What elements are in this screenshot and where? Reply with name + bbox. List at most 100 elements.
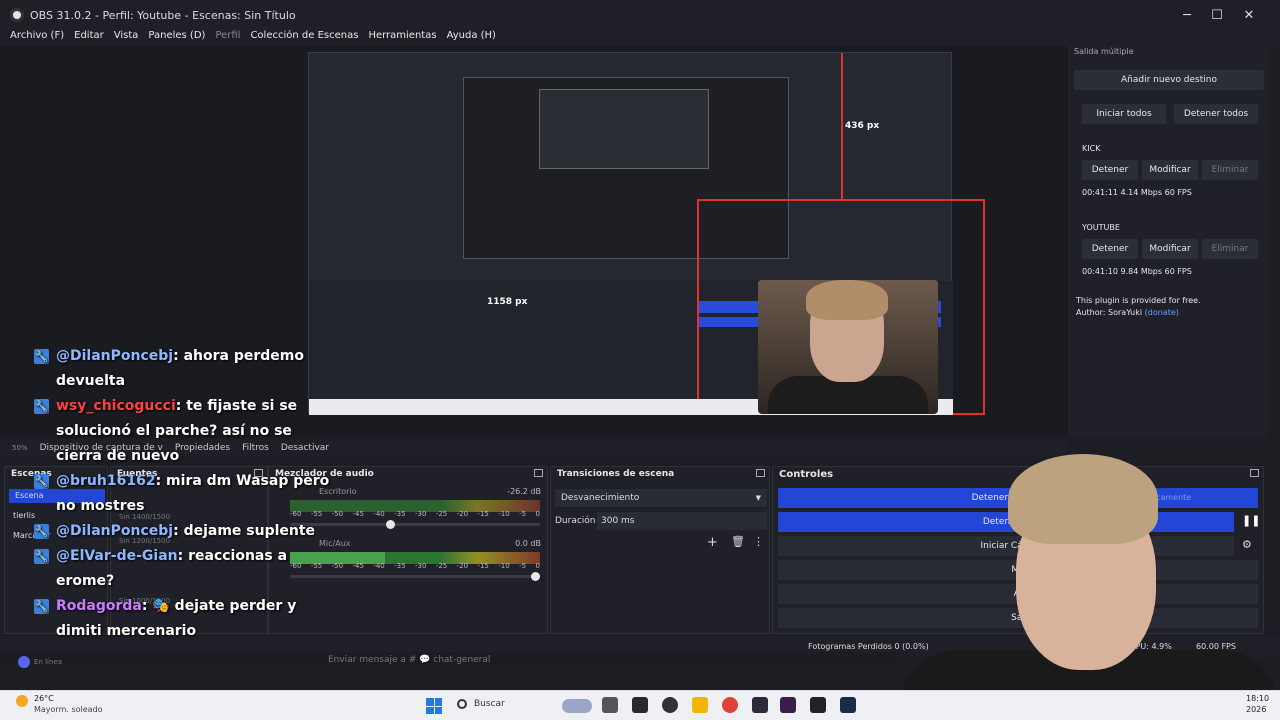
minimize-button[interactable]: ─ — [1172, 0, 1202, 30]
meter-tick: -30 — [414, 562, 427, 570]
menu-editar[interactable]: Editar — [74, 30, 104, 46]
menu-paneles[interactable]: Paneles (D) — [148, 30, 205, 46]
close-button[interactable]: ✕ — [1234, 0, 1264, 30]
chat-text: : dejame suplente — [173, 523, 316, 539]
taskbar-search[interactable]: Buscar — [474, 699, 505, 709]
duration-input[interactable]: 300 ms — [597, 512, 767, 530]
menu-coleccion[interactable]: Colección de Escenas — [250, 30, 358, 46]
capcut-icon[interactable] — [632, 697, 648, 713]
title-bar: OBS 31.0.2 - Perfil: Youtube - Escenas: … — [0, 0, 1280, 30]
inner-screen-deep — [539, 89, 709, 169]
wrench-icon: 🔧 — [34, 524, 49, 539]
search-icon[interactable] — [457, 699, 467, 709]
weather-icon[interactable] — [16, 695, 28, 707]
wrench-icon: 🔧 — [34, 399, 49, 414]
volume-knob[interactable] — [531, 572, 540, 581]
meter-tick: -25 — [435, 562, 448, 570]
app-icon[interactable] — [752, 697, 768, 713]
widgets-icon[interactable] — [562, 699, 592, 713]
wrench-icon: 🔧 — [34, 599, 49, 614]
meter-tick: -40 — [373, 562, 385, 570]
obs-icon[interactable] — [662, 697, 678, 713]
trash-icon[interactable]: 🗑 — [731, 535, 745, 548]
weather-desc: Mayorm. soleado — [34, 705, 103, 714]
dock-popout-icon[interactable] — [534, 469, 543, 477]
chat-overlay: 🔧 @DilanPoncebj: ahora perdemo devuelta 🔧 w… — [34, 344, 334, 644]
channel-db: 0.0 dB — [515, 539, 541, 548]
windows-taskbar: 26°C Mayorm. soleado Buscar 18:10 2026 — [0, 690, 1280, 720]
chat-username: wsy_chicogucci — [56, 398, 176, 414]
add-destination-button[interactable]: Añadir nuevo destino — [1074, 70, 1264, 90]
channel-db: -26.2 dB — [507, 487, 541, 496]
target-name: YOUTUBE — [1082, 223, 1120, 232]
meter-tick: -5 — [519, 510, 527, 518]
webcam-hair — [1008, 454, 1158, 544]
donate-link[interactable]: (donate) — [1145, 308, 1179, 317]
chat-message: 🔧 @DilanPoncebj: ahora perdemo devuelta — [34, 344, 334, 394]
menu-ayuda[interactable]: Ayuda (H) — [447, 30, 496, 46]
chat-username: @bruh16162 — [56, 473, 156, 489]
plugin-note: This plugin is provided for free. — [1076, 296, 1201, 305]
menu-archivo[interactable]: Archivo (F) — [10, 30, 64, 46]
delete-kick-button[interactable]: Eliminar — [1202, 160, 1258, 180]
meter-tick: -45 — [352, 562, 364, 570]
chat-username: @DilanPoncebj — [56, 523, 174, 539]
meter-tick: -25 — [435, 510, 448, 518]
windows-start-icon[interactable] — [426, 698, 442, 714]
panel-title: Salida múltiple — [1074, 47, 1134, 56]
scene-item[interactable]: tierlis — [13, 511, 35, 520]
modify-kick-button[interactable]: Modificar — [1142, 160, 1198, 180]
clock-date: 2026 — [1246, 705, 1267, 714]
meter-tick: -20 — [456, 510, 469, 518]
meter-tick: 0 — [535, 510, 540, 518]
meter-tick: -10 — [498, 562, 510, 570]
start-all-button[interactable]: Iniciar todos — [1082, 104, 1166, 124]
app-icon[interactable] — [840, 697, 856, 713]
webcam-source[interactable] — [758, 280, 938, 414]
kick-stats: 00:41:11 4.14 Mbps 60 FPS — [1082, 188, 1192, 197]
meter-tick: -35 — [394, 510, 406, 518]
chat-username: @ElVar-de-Gian — [56, 548, 178, 564]
app-icon[interactable] — [810, 697, 826, 713]
meter-tick: -30 — [414, 510, 427, 518]
chat-message: 🔧 wsy_chicogucci: te fijaste si se soluci… — [34, 394, 334, 469]
files-icon[interactable] — [602, 697, 618, 713]
chat-username: @DilanPoncebj — [56, 348, 174, 364]
youtube-stats: 00:41:10 9.84 Mbps 60 FPS — [1082, 267, 1192, 276]
meter-tick: -10 — [498, 510, 510, 518]
clock-time: 18:10 — [1246, 694, 1270, 703]
menu-herramientas[interactable]: Herramientas — [368, 30, 436, 46]
stop-youtube-button[interactable]: Detener — [1082, 239, 1138, 259]
menu-perfil[interactable]: Perfil — [215, 30, 240, 46]
transition-select-value: Desvanecimiento — [561, 493, 640, 503]
app-icon[interactable] — [780, 697, 796, 713]
message-input[interactable]: Enviar mensaje a # 💬 chat-general — [328, 655, 490, 665]
wrench-icon: 🔧 — [34, 474, 49, 489]
stop-kick-button[interactable]: Detener — [1082, 160, 1138, 180]
chat-message: 🔧 Rodagorda: 🎭 dejate perder y dimiti mer… — [34, 594, 334, 644]
selection-line — [841, 53, 843, 199]
online-status: En línea — [34, 658, 63, 666]
add-icon[interactable]: + — [707, 535, 718, 550]
dock-popout-icon[interactable] — [756, 469, 765, 477]
more-icon[interactable]: ⋮ — [753, 535, 764, 548]
chrome-icon[interactable] — [722, 697, 738, 713]
menu-vista[interactable]: Vista — [114, 30, 139, 46]
folder-icon[interactable] — [692, 697, 708, 713]
discord-icon — [18, 656, 30, 668]
meter-tick: -20 — [456, 562, 469, 570]
modify-youtube-button[interactable]: Modificar — [1142, 239, 1198, 259]
delete-youtube-button[interactable]: Eliminar — [1202, 239, 1258, 259]
meter-tick: -15 — [477, 510, 489, 518]
plugin-author: Author: SoraYuki (donate) — [1076, 308, 1179, 317]
stop-all-button[interactable]: Detener todos — [1174, 104, 1258, 124]
menu-bar: Archivo (F) Editar Vista Paneles (D) Per… — [0, 30, 1280, 46]
meter-tick: 0 — [535, 562, 540, 570]
maximize-button[interactable]: ☐ — [1202, 0, 1232, 30]
px-label: 1158 px — [487, 297, 528, 307]
author-name: Author: SoraYuki — [1076, 308, 1143, 317]
transition-select[interactable]: Desvanecimiento ▼ — [555, 489, 767, 507]
webcam-hair — [806, 280, 888, 320]
zoom-label: 50% — [12, 444, 28, 452]
controls-title: Controles — [779, 469, 834, 480]
